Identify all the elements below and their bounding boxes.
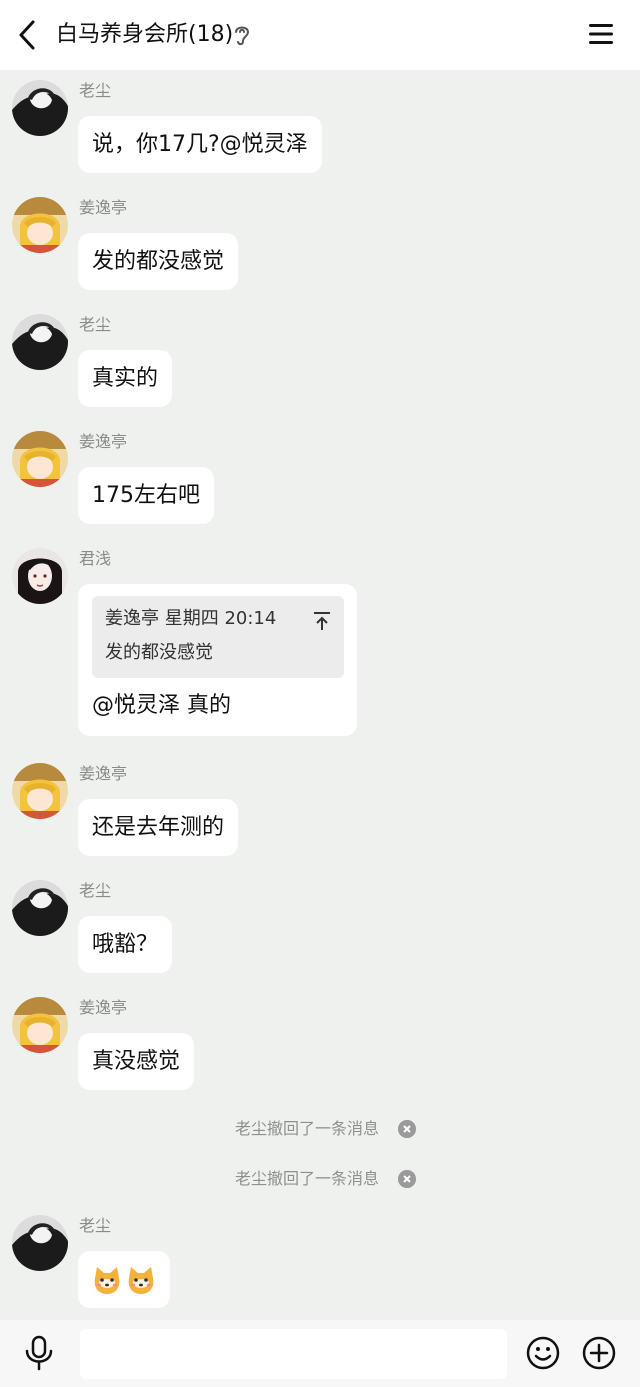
shiba-dog-emoji-icon <box>128 1267 154 1294</box>
message-bubble[interactable] <box>78 1251 170 1308</box>
message-item: 老尘 <box>0 1215 640 1310</box>
sender-name: 姜逸亭 <box>79 432 128 451</box>
message-bubble[interactable]: 还是去年测的 <box>78 799 239 856</box>
message-item: 姜逸亭 还是去年测的 <box>0 763 640 858</box>
input-toolbar <box>0 1320 640 1387</box>
message-item: 姜逸亭 175左右吧 <box>0 431 640 526</box>
message-bubble[interactable]: 姜逸亭 星期四 20:14 发的都没感觉 @悦灵泽 真的 <box>78 584 357 736</box>
chat-message-list[interactable]: 老尘 说，你17几?@悦灵泽 姜逸亭 发的都没感觉 老尘 真实的 姜逸亭 175… <box>0 70 640 1320</box>
message-bubble[interactable]: 发的都没感觉 <box>78 233 239 290</box>
message-item: 老尘 哦豁？ <box>0 880 640 975</box>
message-bubble[interactable]: 真没感觉 <box>78 1033 195 1090</box>
avatar[interactable] <box>12 880 68 936</box>
avatar[interactable] <box>12 431 68 487</box>
hamburger-menu-icon[interactable] <box>588 22 614 46</box>
message-bubble[interactable]: 175左右吧 <box>78 467 214 524</box>
avatar[interactable] <box>12 548 68 604</box>
chat-header: 白马养身会所(18) <box>0 0 640 70</box>
quoted-message[interactable]: 姜逸亭 星期四 20:14 发的都没感觉 <box>92 596 344 678</box>
recall-notice-text: 老尘撤回了一条消息 <box>235 1169 380 1188</box>
jump-to-original-icon[interactable] <box>312 610 332 632</box>
avatar[interactable] <box>12 80 68 136</box>
chevron-left-icon[interactable] <box>14 18 42 52</box>
message-input[interactable] <box>80 1329 507 1379</box>
system-notice: 老尘撤回了一条消息 <box>0 1117 640 1141</box>
message-bubble[interactable]: 真实的 <box>78 350 173 407</box>
smiley-icon[interactable] <box>526 1336 560 1370</box>
message-item: 君浅 姜逸亭 星期四 20:14 发的都没感觉 @悦灵泽 真的 <box>0 548 640 738</box>
quote-body: 发的都没感觉 <box>105 642 213 663</box>
sender-name: 君浅 <box>79 549 112 568</box>
avatar[interactable] <box>12 997 68 1053</box>
microphone-icon[interactable] <box>22 1335 56 1371</box>
dismiss-x-icon[interactable] <box>398 1170 416 1188</box>
message-item: 老尘 真实的 <box>0 314 640 409</box>
dismiss-x-icon[interactable] <box>398 1120 416 1138</box>
sender-name: 姜逸亭 <box>79 198 128 217</box>
avatar[interactable] <box>12 197 68 253</box>
message-text: @悦灵泽 真的 <box>92 693 231 718</box>
sender-name: 老尘 <box>79 1216 112 1235</box>
system-notice: 老尘撤回了一条消息 <box>0 1167 640 1191</box>
avatar[interactable] <box>12 1215 68 1271</box>
message-item: 姜逸亭 发的都没感觉 <box>0 197 640 292</box>
recall-notice-text: 老尘撤回了一条消息 <box>235 1119 380 1138</box>
sender-name: 老尘 <box>79 81 112 100</box>
quote-header: 姜逸亭 星期四 20:14 <box>105 608 277 629</box>
message-item: 老尘 说，你17几?@悦灵泽 <box>0 80 640 175</box>
ear-icon[interactable] <box>232 22 252 48</box>
avatar[interactable] <box>12 763 68 819</box>
avatar[interactable] <box>12 314 68 370</box>
sender-name: 老尘 <box>79 881 112 900</box>
sender-name: 老尘 <box>79 315 112 334</box>
group-title[interactable]: 白马养身会所(18) <box>56 20 233 50</box>
message-bubble[interactable]: 哦豁？ <box>78 916 173 973</box>
plus-circle-icon[interactable] <box>582 1336 616 1370</box>
message-item: 姜逸亭 真没感觉 <box>0 997 640 1092</box>
message-bubble[interactable]: 说，你17几?@悦灵泽 <box>78 116 322 173</box>
sender-name: 姜逸亭 <box>79 998 128 1017</box>
sender-name: 姜逸亭 <box>79 764 128 783</box>
shiba-dog-emoji-icon <box>94 1267 120 1294</box>
